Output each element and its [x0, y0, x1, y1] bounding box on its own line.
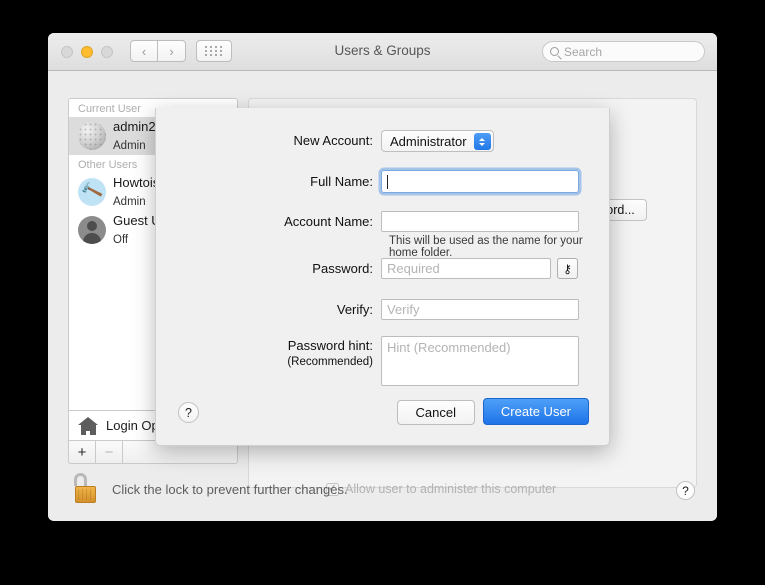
text-caret: [387, 174, 388, 189]
full-name-label: Full Name:: [310, 174, 373, 189]
search-placeholder: Search: [564, 44, 603, 59]
create-user-button[interactable]: Create User: [482, 398, 589, 425]
user-role: Admin: [113, 140, 146, 152]
user-name: Guest U: [113, 212, 161, 228]
new-account-type-value: Administrator: [390, 133, 467, 149]
search-input[interactable]: Search: [542, 41, 705, 62]
full-name-field[interactable]: [381, 170, 579, 193]
account-name-help-text: This will be used as the name for your h…: [389, 235, 583, 259]
new-account-row: New Account: Administrator: [156, 130, 609, 152]
allow-admin-checkbox[interactable]: ✓ Allow user to administer this computer: [326, 482, 556, 496]
password-label: Password:: [312, 261, 373, 276]
user-info: admin2 Admin: [113, 118, 156, 155]
password-hint-placeholder: Hint (Recommended): [387, 340, 511, 355]
account-name-row: Account Name:: [156, 211, 609, 232]
user-name: admin2: [113, 118, 156, 134]
golfball-avatar: [78, 122, 106, 150]
password-hint-label-main: Password hint:: [287, 338, 373, 353]
full-name-row: Full Name:: [156, 170, 609, 193]
account-name-field[interactable]: [381, 211, 579, 232]
verify-placeholder: Verify: [387, 302, 420, 317]
password-hint-sublabel: (Recommended): [287, 355, 373, 368]
password-hint-field[interactable]: Hint (Recommended): [381, 336, 579, 386]
user-info: Howtois Admin: [113, 174, 159, 211]
password-hint-label: Password hint: (Recommended): [156, 336, 381, 369]
lock-row: Click the lock to prevent further change…: [68, 472, 348, 506]
key-icon: ⚷: [563, 261, 572, 276]
sheet-help-button[interactable]: ?: [178, 402, 199, 423]
password-row: Password: Required ⚷: [156, 258, 609, 279]
account-name-label: Account Name:: [284, 214, 373, 229]
user-name: Howtois: [113, 174, 160, 190]
system-preferences-window: ‹ › Users & Groups Search sword... ✓ All…: [48, 33, 717, 521]
new-account-type-select[interactable]: Administrator: [381, 130, 494, 152]
password-placeholder: Required: [387, 261, 440, 276]
cancel-button[interactable]: Cancel: [396, 400, 475, 425]
search-icon: [550, 47, 559, 56]
add-user-button[interactable]: +: [69, 441, 96, 463]
chevron-updown-icon: [473, 133, 491, 150]
unlocked-padlock-icon[interactable]: [68, 472, 102, 506]
window-content: sword... ✓ Allow user to administer this…: [48, 71, 717, 520]
key-icon-button[interactable]: ⚷: [557, 258, 578, 279]
house-icon: [78, 416, 98, 435]
hammer-avatar: 🔨: [78, 178, 106, 206]
user-info: Guest U Off: [113, 212, 161, 249]
user-role: Admin: [113, 196, 146, 208]
user-role: Off: [113, 234, 129, 246]
password-field[interactable]: Required: [381, 258, 551, 279]
guest-person-avatar: [78, 216, 106, 244]
help-button[interactable]: ?: [676, 481, 695, 500]
new-account-label: New Account:: [293, 133, 374, 148]
verify-field[interactable]: Verify: [381, 299, 579, 320]
verify-row: Verify: Verify: [156, 299, 609, 320]
lock-message: Click the lock to prevent further change…: [112, 481, 348, 497]
verify-label: Verify:: [336, 302, 373, 317]
allow-admin-label: Allow user to administer this computer: [345, 482, 557, 496]
password-hint-row: Password hint: (Recommended) Hint (Recom…: [156, 336, 609, 386]
remove-user-button: −: [96, 441, 123, 463]
new-account-sheet: New Account: Administrator Full Name: Ac…: [155, 108, 610, 446]
window-titlebar: ‹ › Users & Groups Search: [48, 33, 717, 71]
